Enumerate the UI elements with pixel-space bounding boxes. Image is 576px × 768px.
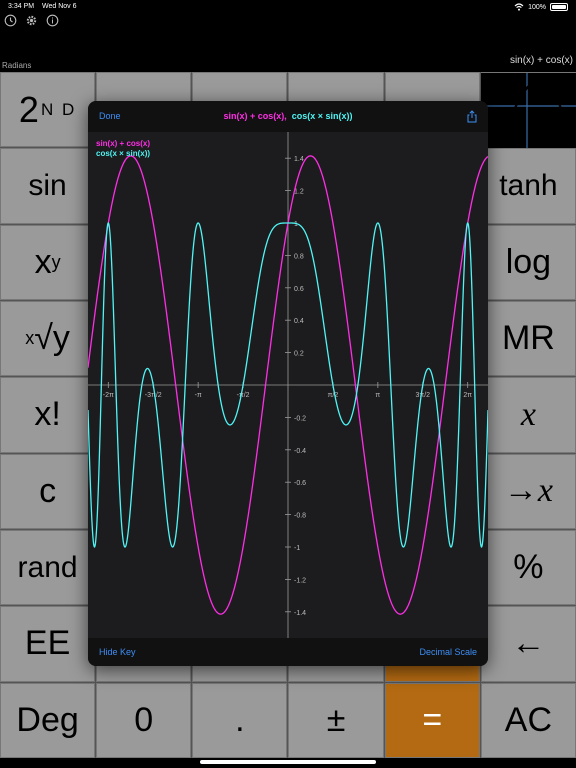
x-tick-label: -2π [103, 392, 114, 399]
plot-axes: -2π -3π/2 -π -π/2 π/2 π 3π/2 2π1.41.210.80.60.4… [88, 132, 488, 638]
sin-key[interactable]: sin [0, 148, 96, 224]
decimal-scale-button[interactable]: Decimal Scale [419, 647, 477, 657]
wifi-icon [514, 3, 524, 11]
legend-item-2: cos(x × sin(x)) [96, 149, 151, 158]
title-function-1: sin(x) + cos(x), [223, 111, 287, 121]
y-tick-label: -0.4 [294, 448, 306, 455]
factorial-key[interactable]: x! [0, 377, 96, 453]
sign-key[interactable]: ± [288, 682, 384, 758]
x-tick-label: -π [195, 392, 202, 399]
y-tick-label: -0.2 [294, 415, 306, 422]
status-date: Wed Nov 6 [42, 3, 77, 10]
modal-footer: Hide Key Decimal Scale [88, 638, 488, 666]
percent-key[interactable]: % [480, 530, 576, 606]
plot-area[interactable]: -2π -3π/2 -π -π/2 π/2 π 3π/2 2π1.41.210.80.60.4… [88, 132, 488, 638]
x-tick-label: -π/2 [237, 392, 250, 399]
memory-recall-key[interactable]: MR [480, 301, 576, 377]
share-icon[interactable] [466, 110, 478, 123]
y-tick-label: -1 [294, 545, 300, 552]
expression-display: sin(x) + cos(x) [509, 55, 573, 66]
log-key[interactable]: log [480, 224, 576, 300]
backspace-key[interactable]: ← [480, 606, 576, 682]
graph-modal: Done sin(x) + cos(x), cos(x × sin(x)) -2… [88, 101, 488, 666]
tanh-key[interactable]: tanh [480, 148, 576, 224]
x-tick-label: 2π [463, 392, 472, 399]
info-icon[interactable] [46, 14, 59, 27]
equals-key[interactable]: = [384, 682, 480, 758]
mini-graph-preview[interactable] [481, 73, 576, 148]
modal-title: sin(x) + cos(x), cos(x × sin(x)) [88, 111, 488, 121]
y-tick-label: 1.2 [294, 189, 304, 196]
angle-mode-label: Radians [2, 61, 32, 70]
all-clear-key[interactable]: AC [480, 682, 576, 758]
top-toolbar [4, 14, 59, 27]
battery-icon [550, 3, 568, 11]
constant-key[interactable]: c [0, 453, 96, 529]
random-key[interactable]: rand [0, 530, 96, 606]
x-tick-label: -3π/2 [145, 392, 162, 399]
x-tick-label: π/2 [328, 392, 339, 399]
second-function-key[interactable]: 2N D [0, 72, 96, 148]
y-tick-label: -1.2 [294, 577, 306, 584]
modal-header: Done sin(x) + cos(x), cos(x × sin(x)) [88, 101, 488, 132]
y-tick-label: -0.8 [294, 513, 306, 520]
status-time: 3:34 PM [8, 3, 35, 10]
root-key[interactable]: x √y [0, 301, 96, 377]
y-tick-label: 1.4 [294, 156, 304, 163]
y-tick-label: 0.8 [294, 253, 304, 260]
y-tick-label: 0.4 [294, 318, 304, 325]
gear-icon[interactable] [25, 14, 38, 27]
y-tick-label: -0.6 [294, 480, 306, 487]
degree-key[interactable]: Deg [0, 682, 96, 758]
x-tick-label: π [375, 392, 380, 399]
battery-percent: 100% [528, 3, 546, 11]
y-tick-label: -1.4 [294, 610, 306, 617]
zero-key[interactable]: 0 [96, 682, 192, 758]
home-indicator [200, 760, 376, 764]
y-tick-label: 0.6 [294, 286, 304, 293]
legend-item-1: sin(x) + cos(x) [96, 139, 151, 148]
x-tick-label: 3π/2 [415, 392, 430, 399]
y-tick-label: 0.2 [294, 351, 304, 358]
decimal-key[interactable]: . [192, 682, 288, 758]
history-icon[interactable] [4, 14, 17, 27]
status-bar: 3:34 PM Wed Nov 6 100% [0, 0, 576, 14]
status-right: 100% [514, 3, 568, 11]
exponent-key[interactable]: EE [0, 606, 96, 682]
hide-key-button[interactable]: Hide Key [99, 647, 136, 657]
variable-x-key[interactable]: x [480, 377, 576, 453]
title-function-2: cos(x × sin(x)) [291, 111, 353, 121]
store-x-key[interactable]: →x [480, 453, 576, 529]
power-key[interactable]: xy [0, 224, 96, 300]
legend: sin(x) + cos(x) cos(x × sin(x)) [96, 139, 150, 159]
